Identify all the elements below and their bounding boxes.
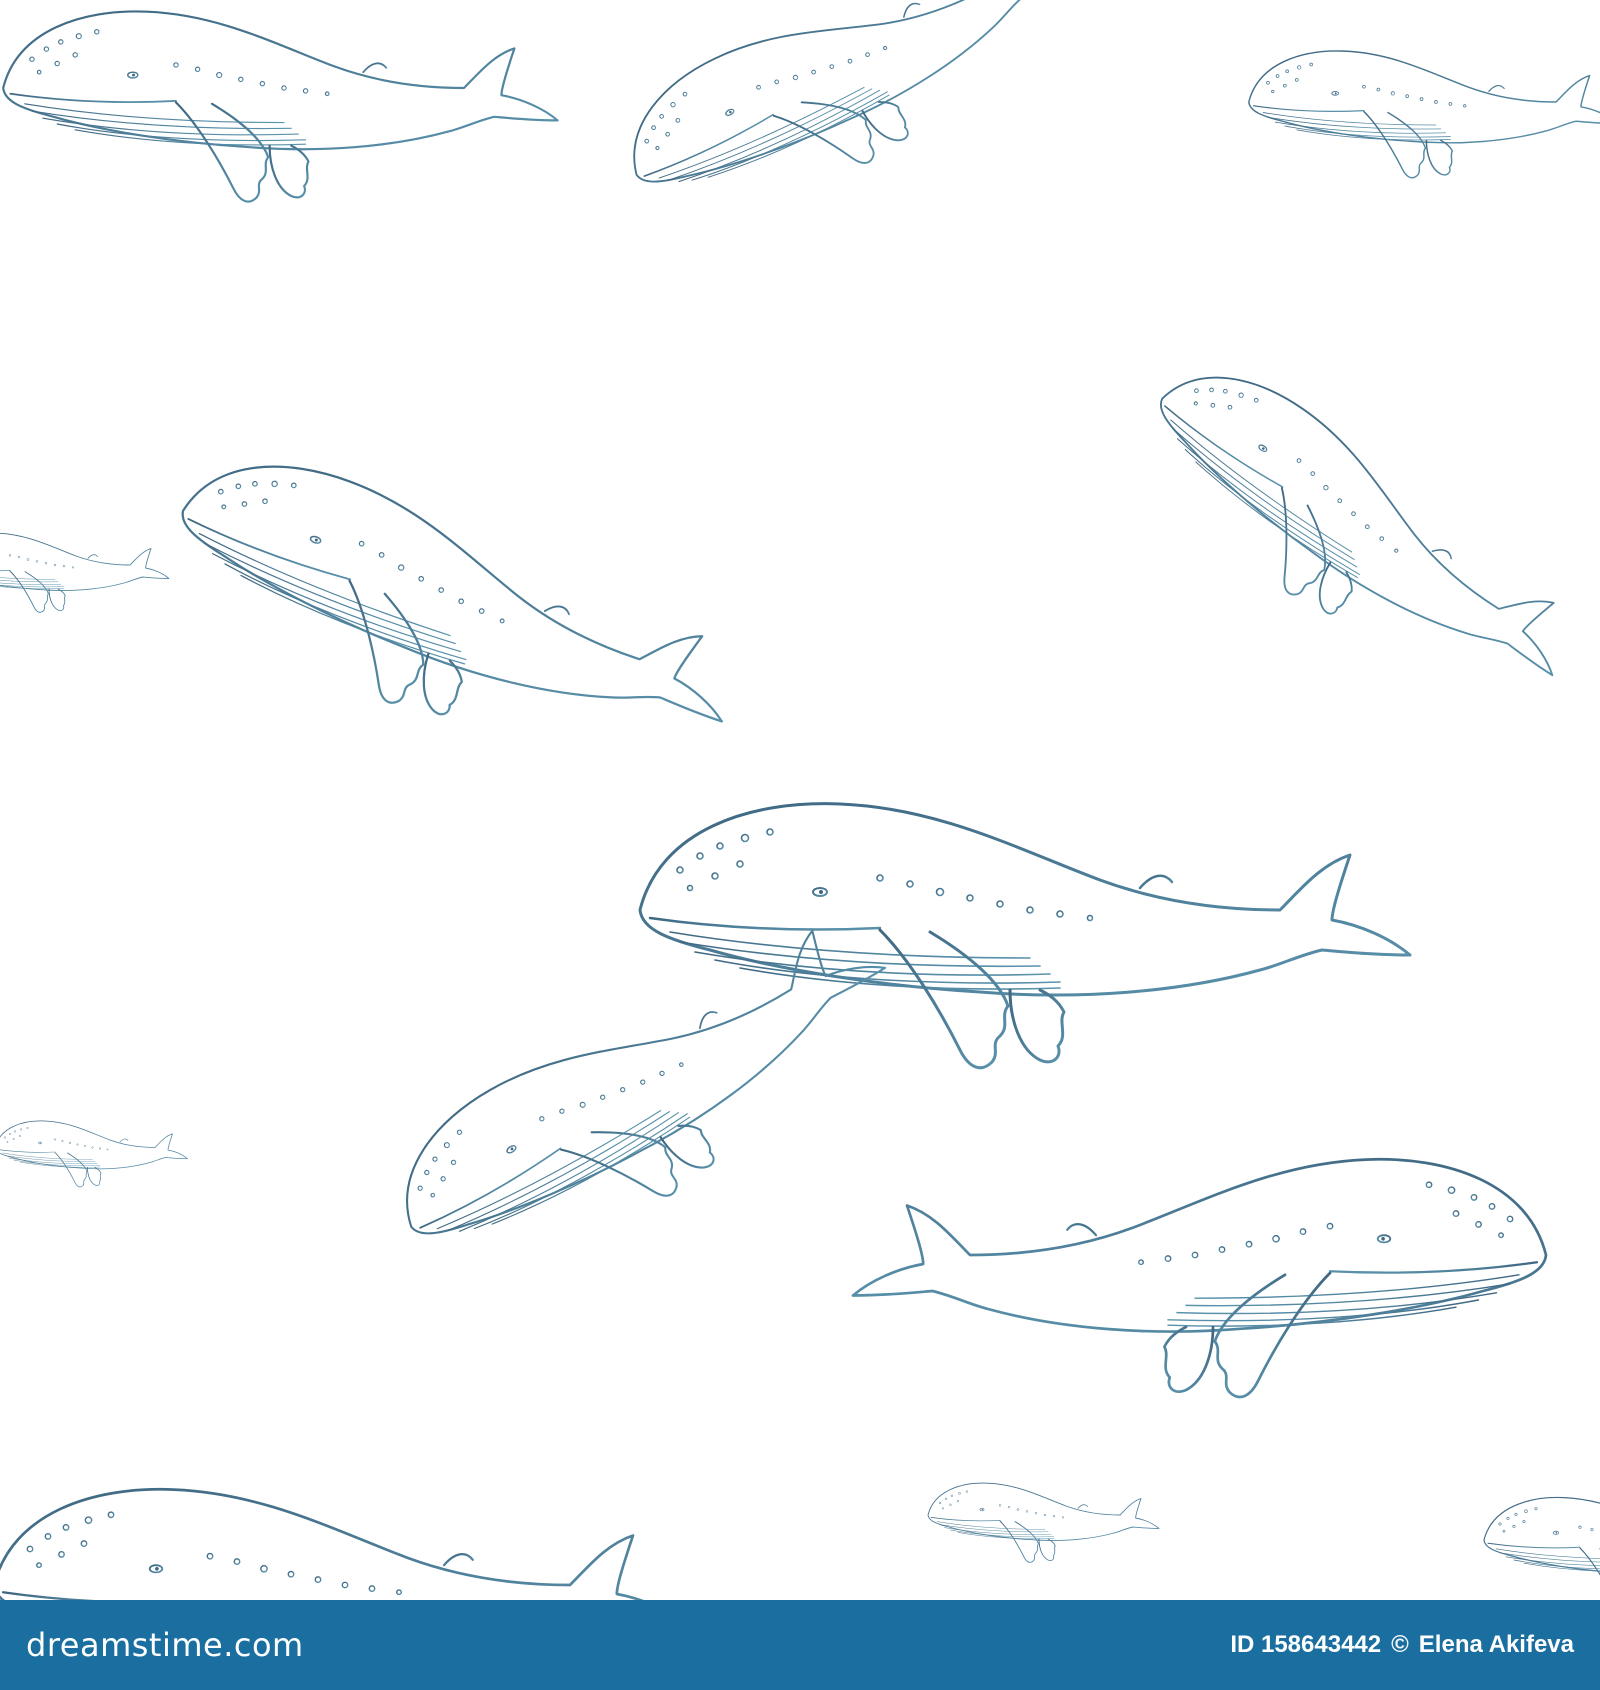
whale-bottom-right [851, 1157, 1548, 1399]
whale-head-left-edge [0, 1120, 188, 1188]
image-credit: ID 158643442 © Elena Akifeva [1230, 1631, 1574, 1659]
whale-top-right [1248, 50, 1600, 179]
whale-middle-right [1109, 341, 1600, 736]
whale-pattern-illustration [0, 0, 1600, 1600]
image-id: ID 158643442 [1230, 1631, 1382, 1658]
whale-bottom-left [370, 876, 928, 1322]
whale-tail-left-edge [0, 532, 170, 613]
stock-footer-bar: dreamstime.com ID 158643442 © Elena Akif… [0, 1600, 1600, 1690]
whale-top-left [2, 10, 559, 203]
stock-image: dreamstime.com ID 158643442 © Elena Akif… [0, 0, 1600, 1690]
author-name: Elena Akifeva [1418, 1631, 1574, 1658]
whale-partial-bottom-right [1483, 1496, 1600, 1600]
dreamstime-logo: dreamstime.com [26, 1626, 304, 1664]
whale-tail-bottom-center [927, 1482, 1160, 1563]
whale-partial-bottom [0, 1487, 689, 1600]
copyright-symbol: © [1391, 1631, 1409, 1658]
whale-top-center [604, 0, 1105, 262]
whale-middle-left [145, 433, 759, 804]
whale-center-large [638, 802, 1412, 1070]
